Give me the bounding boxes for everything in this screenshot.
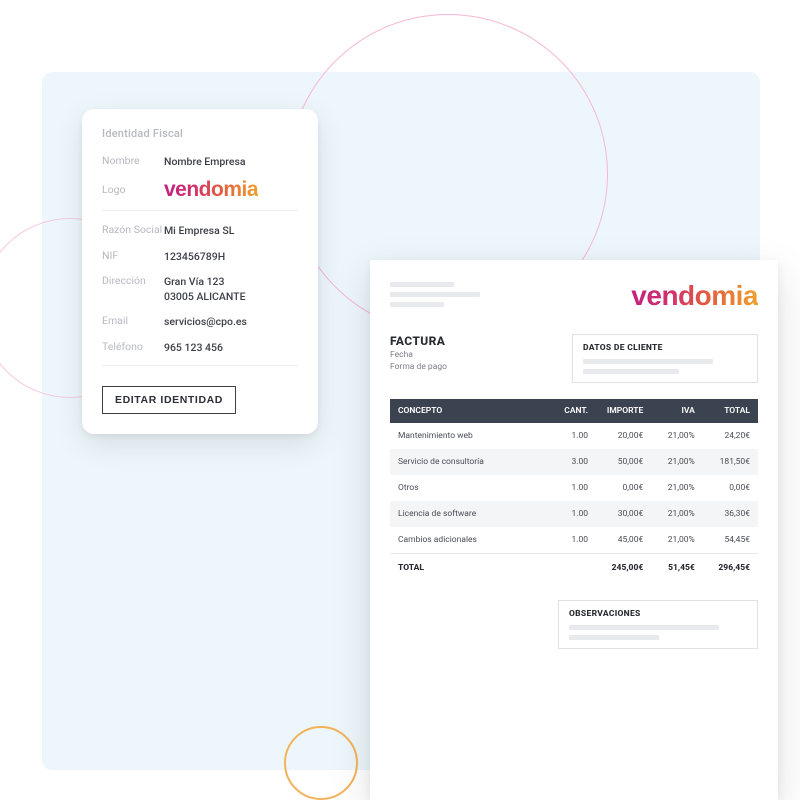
- label-email: Email: [102, 314, 164, 329]
- label-nombre: Nombre: [102, 154, 164, 169]
- value-direccion: Gran Vía 123 03005 ALICANTE: [164, 274, 246, 304]
- cell-total: 54,45€: [703, 527, 758, 554]
- invoice-meta-fecha: Fecha: [390, 350, 447, 360]
- identity-separator-2: [102, 365, 298, 366]
- edit-identity-button[interactable]: EDITAR IDENTIDAD: [102, 386, 236, 414]
- invoice-card: vendomia FACTURA Fecha Forma de pago DAT…: [370, 260, 778, 800]
- cell-concepto: Cambios adicionales: [390, 527, 552, 554]
- tfoot-spacer: [552, 554, 596, 583]
- tfoot-total: 296,45€: [703, 554, 758, 583]
- th-cant: CANT.: [552, 399, 596, 423]
- observations-title: OBSERVACIONES: [569, 609, 747, 619]
- tfoot-label: TOTAL: [390, 554, 552, 583]
- invoice-header: vendomia: [390, 282, 758, 310]
- invoice-meta-forma-pago: Forma de pago: [390, 362, 447, 372]
- cell-concepto: Mantenimiento web: [390, 423, 552, 449]
- table-row: Mantenimiento web1.0020,00€21,00%24,20€: [390, 423, 758, 449]
- cell-iva: 21,00%: [651, 501, 703, 527]
- th-total: TOTAL: [703, 399, 758, 423]
- cell-iva: 21,00%: [651, 475, 703, 501]
- invoice-meta-left: FACTURA Fecha Forma de pago: [390, 334, 447, 372]
- cell-total: 24,20€: [703, 423, 758, 449]
- label-razon: Razón Social: [102, 223, 164, 238]
- value-logo: vendomia: [164, 179, 258, 200]
- tfoot-importe: 245,00€: [596, 554, 651, 583]
- invoice-sender-skeleton: [390, 282, 480, 307]
- cell-iva: 21,00%: [651, 423, 703, 449]
- cell-total: 0,00€: [703, 475, 758, 501]
- identity-row-nombre: Nombre Nombre Empresa: [102, 154, 298, 169]
- identity-card-title: Identidad Fiscal: [102, 127, 298, 140]
- identity-separator: [102, 210, 298, 211]
- invoice-table: CONCEPTO CANT. IMPORTE IVA TOTAL Manteni…: [390, 399, 758, 582]
- value-telefono: 965 123 456: [164, 340, 223, 355]
- table-row: Servicio de consultoría3.0050,00€21,00%1…: [390, 449, 758, 475]
- observations-box: OBSERVACIONES: [558, 600, 758, 649]
- identity-row-razon: Razón Social Mi Empresa SL: [102, 223, 298, 238]
- identity-row-nif: NIF 123456789H: [102, 249, 298, 264]
- cell-importe: 50,00€: [596, 449, 651, 475]
- value-razon: Mi Empresa SL: [164, 223, 234, 238]
- cell-cant: 3.00: [552, 449, 596, 475]
- th-iva: IVA: [651, 399, 703, 423]
- table-row: Licencia de software1.0030,00€21,00%36,3…: [390, 501, 758, 527]
- cell-concepto: Servicio de consultoría: [390, 449, 552, 475]
- th-importe: IMPORTE: [596, 399, 651, 423]
- client-data-title: DATOS DE CLIENTE: [583, 343, 747, 353]
- cell-total: 181,50€: [703, 449, 758, 475]
- identity-row-telefono: Teléfono 965 123 456: [102, 340, 298, 355]
- value-email: servicios@cpo.es: [164, 314, 247, 329]
- cell-cant: 1.00: [552, 475, 596, 501]
- label-logo: Logo: [102, 183, 164, 196]
- cell-concepto: Licencia de software: [390, 501, 552, 527]
- brand-logo-invoice: vendomia: [631, 280, 758, 311]
- cell-iva: 21,00%: [651, 527, 703, 554]
- cell-importe: 30,00€: [596, 501, 651, 527]
- tfoot-iva: 51,45€: [651, 554, 703, 583]
- cell-concepto: Otros: [390, 475, 552, 501]
- client-data-box: DATOS DE CLIENTE: [572, 334, 758, 383]
- table-row: Cambios adicionales1.0045,00€21,00%54,45…: [390, 527, 758, 554]
- cell-importe: 45,00€: [596, 527, 651, 554]
- invoice-title: FACTURA: [390, 334, 447, 348]
- cell-total: 36,30€: [703, 501, 758, 527]
- label-direccion: Dirección: [102, 274, 164, 304]
- cell-importe: 0,00€: [596, 475, 651, 501]
- value-direccion-text: Gran Vía 123 03005 ALICANTE: [164, 275, 246, 303]
- cell-iva: 21,00%: [651, 449, 703, 475]
- cell-importe: 20,00€: [596, 423, 651, 449]
- cell-cant: 1.00: [552, 423, 596, 449]
- value-nombre: Nombre Empresa: [164, 154, 246, 169]
- th-concepto: CONCEPTO: [390, 399, 552, 423]
- invoice-meta-row: FACTURA Fecha Forma de pago DATOS DE CLI…: [390, 334, 758, 383]
- label-nif: NIF: [102, 249, 164, 264]
- identity-card: Identidad Fiscal Nombre Nombre Empresa L…: [82, 109, 318, 434]
- value-nif: 123456789H: [164, 249, 225, 264]
- cell-cant: 1.00: [552, 501, 596, 527]
- identity-row-email: Email servicios@cpo.es: [102, 314, 298, 329]
- identity-row-logo: Logo vendomia: [102, 179, 298, 200]
- decorative-circle-orange: [284, 726, 358, 800]
- table-row: Otros1.000,00€21,00%0,00€: [390, 475, 758, 501]
- cell-cant: 1.00: [552, 527, 596, 554]
- invoice-brand-logo: vendomia: [631, 282, 758, 310]
- brand-logo: vendomia: [164, 178, 258, 201]
- identity-row-direccion: Dirección Gran Vía 123 03005 ALICANTE: [102, 274, 298, 304]
- label-telefono: Teléfono: [102, 340, 164, 355]
